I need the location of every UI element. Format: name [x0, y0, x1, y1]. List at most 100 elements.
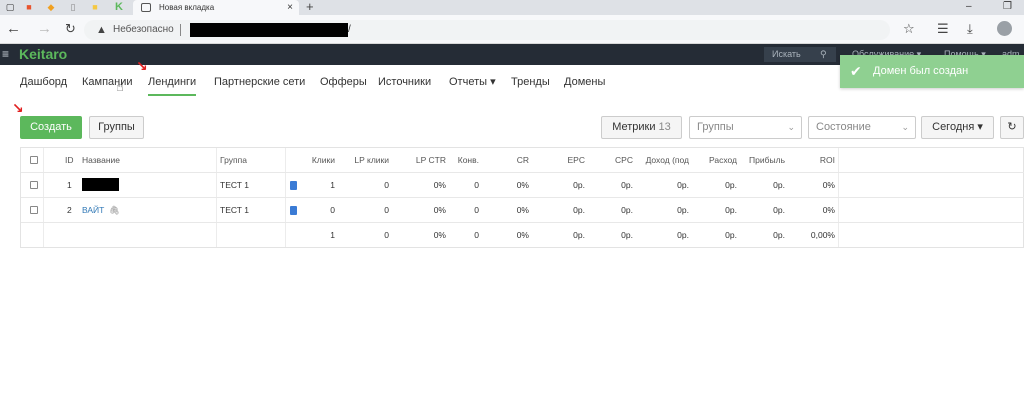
- metrics-label: Метрики: [612, 121, 656, 133]
- keitaro-tab-icon[interactable]: K: [112, 1, 126, 14]
- cell-id: 1: [67, 180, 72, 190]
- col-profit[interactable]: Прибыль: [739, 148, 785, 173]
- cell-conversions: 0: [474, 180, 479, 190]
- create-button[interactable]: Создать: [20, 116, 82, 139]
- cell-epc: 0р.: [573, 205, 585, 215]
- search-icon[interactable]: ⚲: [820, 47, 827, 62]
- cell-profit: 0р.: [773, 205, 785, 215]
- app-logo[interactable]: Keitaro: [19, 46, 67, 62]
- col-cr[interactable]: CR: [495, 148, 529, 173]
- row-checkbox[interactable]: [30, 181, 38, 189]
- insecure-label: Небезопасно: [113, 24, 174, 35]
- restore-icon[interactable]: ❐: [1003, 0, 1012, 14]
- back-icon[interactable]: ←: [6, 21, 21, 37]
- col-lp-clicks[interactable]: LP клики: [347, 148, 389, 173]
- refresh-button[interactable]: ↻: [1000, 116, 1024, 139]
- browser-tab-strip: ▢ ■ ◆ ▯ ■ K Новая вкладка × + – ❐: [0, 0, 1024, 15]
- table-row[interactable]: 1 ТЕСТ 1 1 0 0% 0 0% 0р. 0р. 0р. 0р. 0р.…: [21, 173, 1024, 198]
- forward-icon[interactable]: →: [37, 21, 52, 37]
- pinned-tab-icon[interactable]: ■: [22, 1, 36, 14]
- attachment-icon: 🖇: [109, 205, 120, 215]
- profile-avatar[interactable]: [997, 21, 1012, 36]
- row-checkbox[interactable]: [30, 206, 38, 214]
- favorites-icon[interactable]: ☰: [937, 22, 949, 36]
- col-epc[interactable]: EPC: [551, 148, 585, 173]
- total-cost: 0р.: [725, 230, 737, 240]
- total-clicks: 1: [330, 230, 335, 240]
- nav-domains[interactable]: Домены: [564, 75, 605, 89]
- totals-row: 1 0 0% 0 0% 0р. 0р. 0р. 0р. 0р. 0,00%: [21, 223, 1024, 248]
- pinned-tab-icon[interactable]: ▯: [66, 1, 80, 14]
- col-revenue[interactable]: Доход (под: [633, 148, 689, 173]
- total-lp-clicks: 0: [384, 230, 389, 240]
- nav-offers[interactable]: Офферы: [320, 75, 367, 89]
- col-cpc[interactable]: CPC: [599, 148, 633, 173]
- workspaces-icon[interactable]: ▢: [3, 1, 17, 14]
- close-tab-icon[interactable]: ×: [287, 0, 293, 15]
- url-field[interactable]: ▲ Небезопасно admin/?#!/landings/: [84, 20, 890, 40]
- annotation-arrow: ↘: [136, 58, 148, 74]
- warning-icon: ▲: [96, 24, 107, 36]
- new-tab-button[interactable]: +: [306, 0, 314, 14]
- document-icon[interactable]: [290, 181, 297, 190]
- col-id[interactable]: ID: [65, 148, 74, 173]
- cell-epc: 0р.: [573, 180, 585, 190]
- groups-button[interactable]: Группы: [89, 116, 144, 139]
- toast-message: Домен был создан: [873, 65, 969, 77]
- select-all-checkbox[interactable]: [30, 156, 38, 164]
- cell-clicks: 0: [330, 205, 335, 215]
- nav-reports[interactable]: Отчеты ▾: [449, 75, 496, 89]
- date-range-button[interactable]: Сегодня ▾: [921, 116, 994, 139]
- metrics-button[interactable]: Метрики 13: [601, 116, 682, 139]
- tab-new[interactable]: Новая вкладка ×: [133, 0, 299, 15]
- cell-group: ТЕСТ 1: [220, 180, 249, 190]
- chevron-down-icon: ⌄: [787, 122, 795, 132]
- nav-landings[interactable]: Лендинги: [148, 75, 197, 96]
- total-cr: 0%: [516, 230, 529, 240]
- cell-conversions: 0: [474, 205, 479, 215]
- col-name[interactable]: Название: [82, 148, 120, 173]
- cell-lp-clicks: 0: [384, 180, 389, 190]
- col-group[interactable]: Группа: [220, 148, 247, 173]
- annotation-arrow: ↘: [12, 100, 24, 116]
- landing-name-link[interactable]: ВАЙТ: [82, 198, 104, 223]
- col-roi[interactable]: ROI: [799, 148, 835, 173]
- nav-campaigns[interactable]: Кампании: [82, 75, 133, 89]
- cell-revenue: 0р.: [677, 205, 689, 215]
- cursor-icon: ☝: [116, 79, 124, 94]
- landings-table: ID Название Группа Клики LP клики LP CTR…: [20, 147, 1024, 248]
- cell-cost: 0р.: [725, 180, 737, 190]
- nav-dashboard[interactable]: Дашборд: [20, 75, 67, 89]
- cell-cpc: 0р.: [621, 205, 633, 215]
- table-row[interactable]: 2 ВАЙТ 🖇 ТЕСТ 1 0 0 0% 0 0% 0р. 0р. 0р. …: [21, 198, 1024, 223]
- cell-cost: 0р.: [725, 205, 737, 215]
- cell-profit: 0р.: [773, 180, 785, 190]
- cell-lp-ctr: 0%: [433, 180, 446, 190]
- nav-affiliate-networks[interactable]: Партнерские сети: [214, 75, 305, 89]
- col-clicks[interactable]: Клики: [297, 148, 335, 173]
- url-separator: [180, 24, 181, 36]
- redacted-domain: [190, 23, 348, 37]
- total-roi: 0,00%: [810, 230, 835, 240]
- col-lp-ctr[interactable]: LP CTR: [407, 148, 446, 173]
- nav-sources[interactable]: Источники: [378, 75, 431, 89]
- hamburger-icon[interactable]: ≡: [2, 47, 9, 61]
- document-icon[interactable]: [290, 206, 297, 215]
- groups-select[interactable]: Группы ⌄: [689, 116, 802, 139]
- state-select[interactable]: Состояние ⌄: [808, 116, 916, 139]
- favorites-add-icon[interactable]: ☆: [903, 22, 915, 36]
- total-conversions: 0: [474, 230, 479, 240]
- total-profit: 0р.: [773, 230, 785, 240]
- pinned-tab-icon[interactable]: ◆: [44, 1, 58, 14]
- downloads-icon[interactable]: ⤓: [967, 22, 973, 36]
- nav-trends[interactable]: Тренды: [511, 75, 550, 89]
- pinned-tab-icon[interactable]: ■: [88, 1, 102, 14]
- minimize-icon[interactable]: –: [966, 0, 972, 14]
- col-conversions[interactable]: Конв.: [448, 148, 479, 173]
- col-cost[interactable]: Расход: [697, 148, 737, 173]
- total-lp-ctr: 0%: [433, 230, 446, 240]
- reload-icon[interactable]: ↻: [65, 21, 76, 37]
- cell-cr: 0%: [516, 180, 529, 190]
- browser-address-bar: ← → ↻ ▲ Небезопасно admin/?#!/landings/ …: [0, 15, 1024, 44]
- refresh-icon: ↻: [1007, 121, 1017, 133]
